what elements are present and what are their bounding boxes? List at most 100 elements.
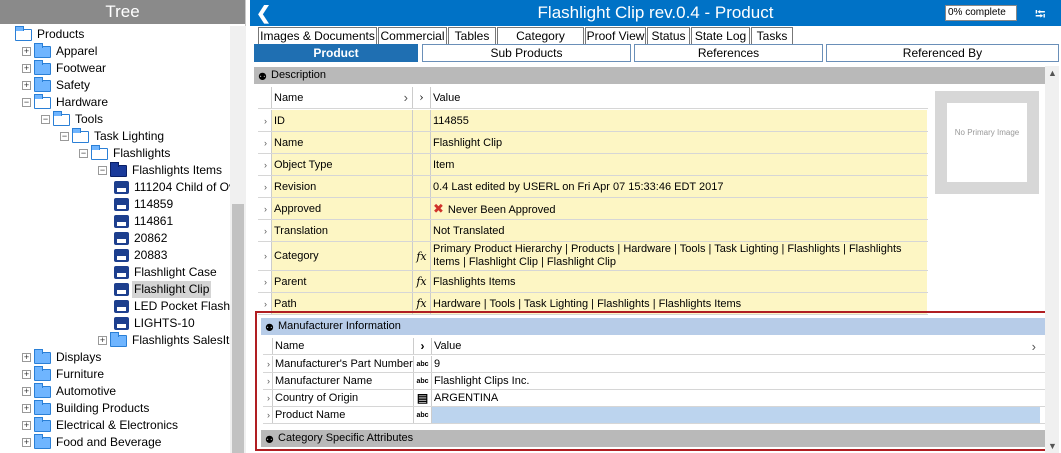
column-header-value[interactable]: Value › [432, 338, 1040, 354]
tree-node[interactable]: 114861 [0, 213, 230, 230]
expand-icon[interactable]: + [22, 421, 31, 430]
table-row[interactable]: › Revision 0.4 Last edited by USERL on Fri… [258, 176, 928, 198]
expand-icon[interactable]: + [22, 438, 31, 447]
expand-icon[interactable]: + [22, 64, 31, 73]
tree-node[interactable]: 20883 [0, 247, 230, 264]
expand-icon[interactable]: + [22, 47, 31, 56]
expand-icon[interactable]: + [22, 370, 31, 379]
collapse-icon[interactable]: − [60, 132, 69, 141]
row-expand-icon[interactable]: › [258, 176, 272, 197]
tree-scrollbar-thumb[interactable] [232, 204, 244, 453]
table-row[interactable]: › Name Flashlight Clip [258, 132, 928, 154]
row-expand-icon[interactable]: › [263, 373, 273, 389]
field-value[interactable]: Flashlights Items [431, 271, 927, 292]
scroll-down-icon[interactable]: ▼ [1048, 441, 1057, 451]
field-value[interactable]: 9 [432, 356, 1040, 372]
row-expand-icon[interactable]: › [258, 271, 272, 292]
tree-node[interactable]: − Flashlights [0, 145, 230, 162]
collapse-icon[interactable]: − [79, 149, 88, 158]
tree-node[interactable]: 111204 Child of Ove [0, 179, 230, 196]
row-expand-icon[interactable]: › [258, 198, 272, 219]
tab-status[interactable]: Status [647, 27, 690, 44]
collapse-icon[interactable]: − [41, 115, 50, 124]
pin-icon[interactable]: ⭾ [1035, 4, 1046, 28]
expand-icon[interactable]: + [22, 353, 31, 362]
table-row[interactable]: › Approved ✖ Never Been Approved [258, 198, 928, 220]
tree-node[interactable]: − Flashlights Items [0, 162, 230, 179]
column-header-value[interactable]: Value [431, 87, 927, 108]
field-value[interactable]: Item [431, 154, 927, 175]
tree-node[interactable]: + Apparel [0, 43, 230, 60]
scroll-up-icon[interactable]: ▲ [1048, 68, 1057, 78]
row-expand-icon[interactable]: › [263, 407, 273, 423]
table-row[interactable]: › Translation Not Translated [258, 220, 928, 242]
expand-icon[interactable]: + [22, 404, 31, 413]
tree-node[interactable]: Products [0, 26, 230, 43]
subtab-product[interactable]: Product [254, 44, 418, 62]
table-row[interactable]: › Parent fx Flashlights Items [258, 271, 928, 293]
tree-node[interactable]: + Food and Beverage [0, 434, 230, 451]
tab-tasks[interactable]: Tasks [751, 27, 793, 44]
tree-node[interactable]: + Automotive [0, 383, 230, 400]
tab-commercial[interactable]: Commercial [378, 27, 447, 44]
subtab-references[interactable]: References [634, 44, 823, 62]
subtab-referenced-by[interactable]: Referenced By [826, 44, 1059, 62]
tree-node[interactable]: LED Pocket Flashligh [0, 298, 230, 315]
table-row[interactable]: › Product Name abc [263, 407, 1045, 424]
table-row[interactable]: › ID 114855 [258, 110, 928, 132]
tab-state-log[interactable]: State Log [691, 27, 750, 44]
tree-node[interactable]: + Building Products [0, 400, 230, 417]
row-expand-icon[interactable]: › [258, 154, 272, 175]
tab-images-documents[interactable]: Images & Documents [258, 27, 377, 44]
column-header-name[interactable]: Name [273, 338, 414, 354]
collapse-icon[interactable]: − [22, 98, 31, 107]
table-row[interactable]: › Manufacturer's Part Number abc 9 [263, 356, 1045, 373]
column-header-name[interactable]: Name › [272, 87, 413, 108]
row-expand-icon[interactable]: › [258, 220, 272, 241]
expand-icon[interactable]: + [98, 336, 107, 345]
field-value[interactable]: Primary Product Hierarchy | Products | H… [431, 242, 927, 270]
tree-node[interactable]: + Safety [0, 77, 230, 94]
tree-node[interactable]: Flashlight Clip [0, 281, 230, 298]
collapse-icon[interactable]: − [98, 166, 107, 175]
pin-icon[interactable]: ⚉ [265, 320, 274, 337]
expand-icon[interactable]: + [22, 81, 31, 90]
tree-node[interactable]: 114859 [0, 196, 230, 213]
tab-tables[interactable]: Tables [448, 27, 496, 44]
content-scrollbar[interactable]: ▲ ▼ [1045, 66, 1059, 453]
table-row[interactable]: › Country of Origin ▤ ARGENTINA [263, 390, 1045, 407]
row-expand-icon[interactable]: › [263, 356, 273, 372]
pin-icon[interactable]: ⚉ [265, 432, 274, 449]
tree-node[interactable]: + Footwear [0, 60, 230, 77]
tree-node[interactable]: + Displays [0, 349, 230, 366]
tree-node[interactable]: LIGHTS-10 [0, 315, 230, 332]
row-expand-icon[interactable]: › [258, 242, 272, 270]
tree-node[interactable]: + Furniture [0, 366, 230, 383]
row-expand-icon[interactable]: › [263, 390, 273, 406]
row-expand-icon[interactable]: › [258, 110, 272, 131]
tree-node[interactable]: + Electrical & Electronics [0, 417, 230, 434]
pin-icon[interactable]: ⚉ [258, 69, 267, 86]
field-value[interactable]: ✖ Never Been Approved [431, 198, 927, 219]
tree-scrollbar[interactable] [230, 26, 246, 453]
field-value[interactable]: 0.4 Last edited by USERL on Fri Apr 07 1… [431, 176, 927, 197]
tree-node[interactable]: − Task Lighting [0, 128, 230, 145]
table-row[interactable]: › Manufacturer Name abc Flashlight Clips In… [263, 373, 1045, 390]
table-row[interactable]: › Category fx Primary Product Hierarchy | P… [258, 242, 928, 271]
field-value[interactable] [432, 407, 1040, 423]
tree-node[interactable]: 20862 [0, 230, 230, 247]
description-section-header[interactable]: ⚉ Description [254, 67, 1045, 84]
row-expand-icon[interactable]: › [258, 132, 272, 153]
tree-node[interactable]: − Tools [0, 111, 230, 128]
table-row[interactable]: › Object Type Item [258, 154, 928, 176]
category-attributes-header[interactable]: ⚉ Category Specific Attributes [261, 430, 1045, 447]
field-value[interactable]: ARGENTINA [432, 390, 1040, 406]
subtab-sub-products[interactable]: Sub Products [422, 44, 631, 62]
manufacturer-section-header[interactable]: ⚉ Manufacturer Information [261, 318, 1045, 335]
expand-icon[interactable]: + [22, 387, 31, 396]
tree-node[interactable]: − Hardware [0, 94, 230, 111]
tree-node[interactable]: + Flashlights SalesItems [0, 332, 230, 349]
tab-category-profile[interactable]: Category Profile [497, 27, 584, 59]
field-value[interactable]: Flashlight Clips Inc. [432, 373, 1040, 389]
field-value[interactable]: 114855 [431, 110, 927, 131]
